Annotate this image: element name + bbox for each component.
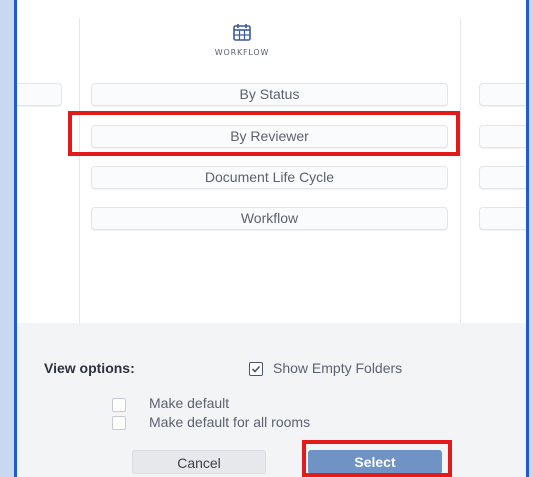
make-default-all-rooms-label: Make default for all rooms [149, 414, 311, 430]
document-life-cycle-option[interactable]: Document Life Cycle [91, 166, 448, 189]
column-divider-right [460, 18, 461, 323]
show-empty-folders-checkbox[interactable] [249, 362, 263, 376]
make-default-checkbox[interactable] [112, 398, 126, 412]
by-status-option[interactable]: By Status [91, 83, 448, 106]
show-empty-folders-label: Show Empty Folders [273, 360, 403, 376]
make-default-label: Make default [149, 395, 230, 411]
workflow-column-header: WORKFLOW [192, 22, 292, 57]
right-column-option-4[interactable] [479, 207, 526, 230]
layout-picker-dialog: WORKFLOW By Status By Reviewer Document … [14, 0, 529, 477]
select-button[interactable]: Select [308, 450, 442, 474]
checkmark-icon [251, 365, 261, 373]
view-options-panel: View options: Show Empty Folders Make de… [17, 323, 526, 477]
by-reviewer-option[interactable]: By Reviewer [91, 125, 448, 148]
right-column-option-3[interactable] [479, 166, 526, 189]
workflow-heading: WORKFLOW [214, 48, 270, 57]
cancel-button[interactable]: Cancel [132, 450, 266, 474]
column-divider-left [79, 18, 80, 323]
workflow-option[interactable]: Workflow [91, 207, 448, 230]
calendar-icon [233, 24, 251, 41]
right-column-option-2[interactable] [479, 125, 526, 148]
view-options-label: View options: [44, 360, 135, 376]
left-column-option-1[interactable] [17, 83, 62, 106]
right-column-option-1[interactable] [479, 83, 526, 106]
make-default-all-rooms-checkbox[interactable] [112, 416, 126, 430]
